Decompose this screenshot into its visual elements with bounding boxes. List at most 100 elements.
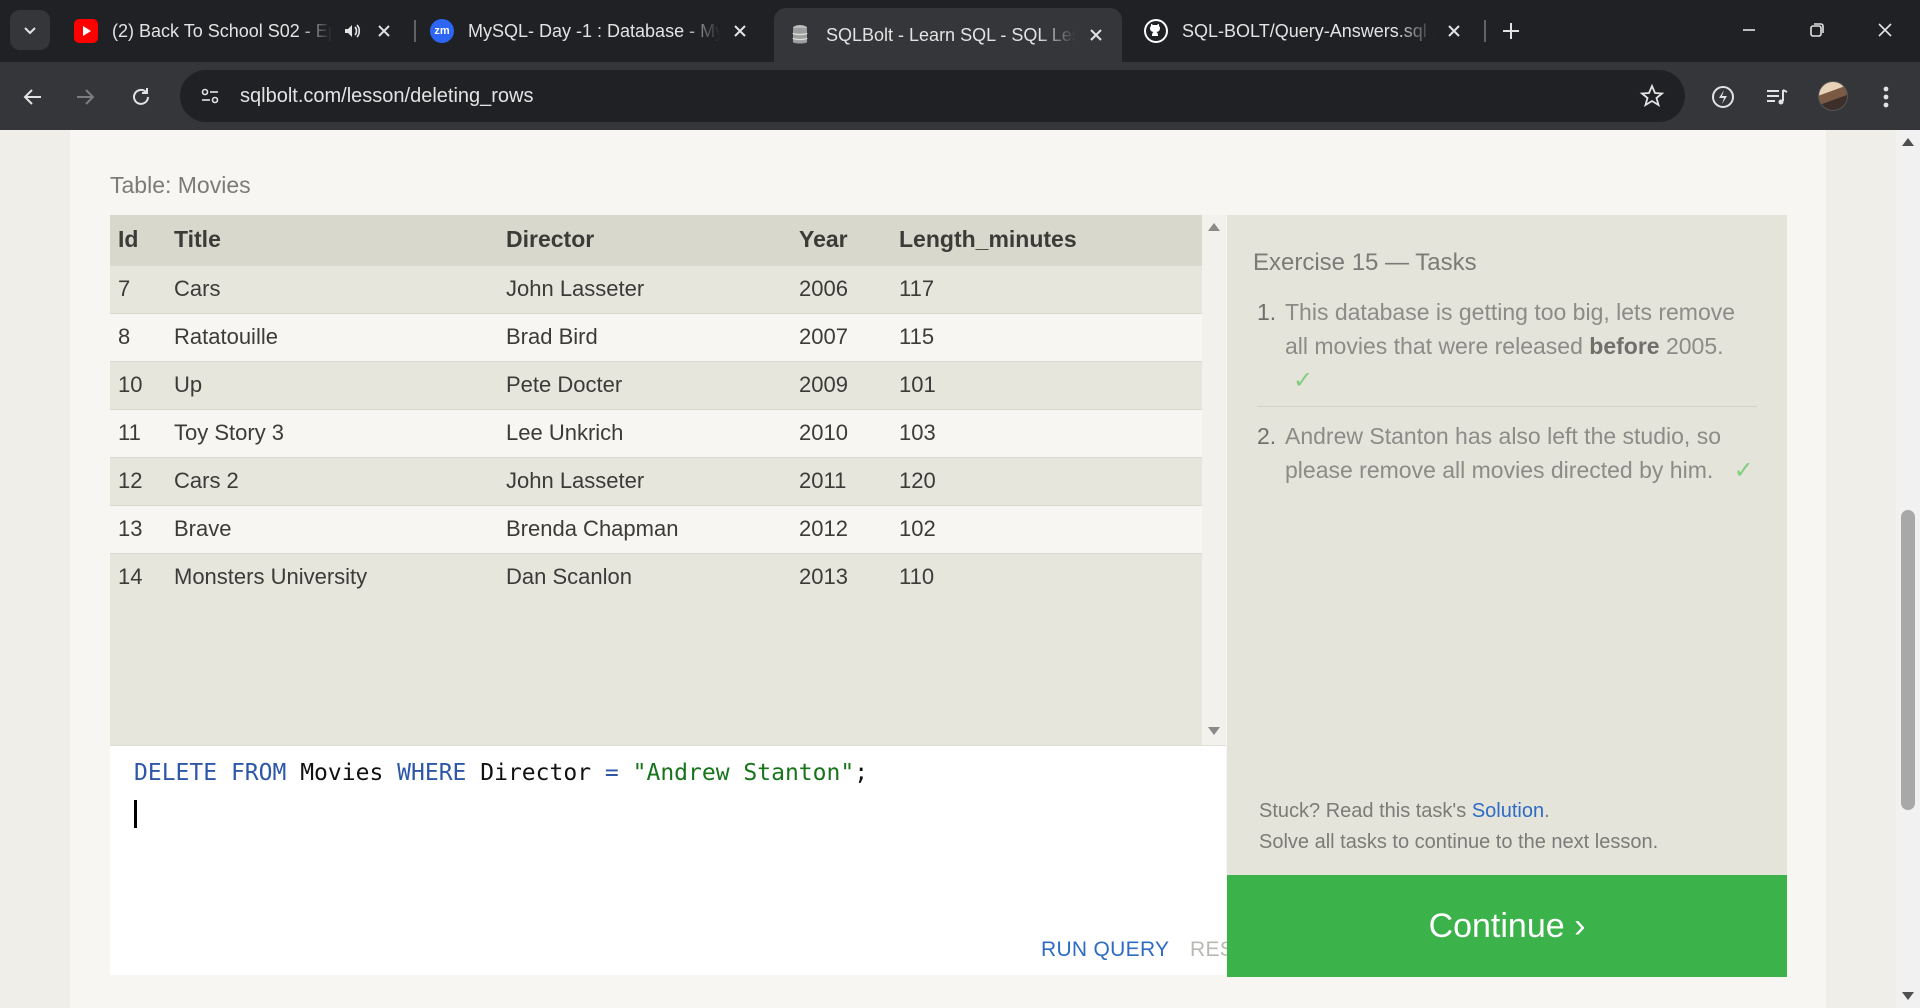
back-button[interactable] [14,78,52,116]
sql-identifier: Director [480,760,592,786]
text-cursor [134,800,137,828]
tab-title: SQL-BOLT/Query-Answers.sql at [1182,20,1434,41]
cell-id: 12 [110,456,174,505]
tab-mysql[interactable]: zm MySQL- Day -1 : Database - My [416,8,766,54]
movies-table: Id Title Director Year Length_minutes 7 … [110,215,1202,601]
close-window-button[interactable] [1862,10,1908,50]
cell-year: 2010 [799,408,899,457]
scroll-down-arrow-icon[interactable] [1208,727,1220,735]
task-list: 1. This database is getting too big, let… [1257,295,1757,488]
task-text: Andrew Stanton has also left the studio,… [1285,423,1721,483]
restore-button[interactable] [1794,10,1840,50]
sql-keyword: DELETE [134,760,218,786]
cell-year: 2011 [799,456,899,505]
tab-search-button[interactable] [10,10,50,50]
tab-sqlbolt[interactable]: SQLBolt - Learn SQL - SQL Lesso [774,8,1122,62]
close-tab-icon[interactable] [372,19,396,43]
run-query-button[interactable]: RUN QUERY [1041,938,1169,962]
table-row: 11 Toy Story 3 Lee Unkrich 2010 103 [110,408,1202,457]
tab-title: MySQL- Day -1 : Database - My [468,20,720,41]
cell-director: Brenda Chapman [506,504,799,553]
performance-icon[interactable] [1705,79,1741,115]
continue-button[interactable]: Continue › [1227,875,1787,977]
table-row: 8 Ratatouille Brad Bird 2007 115 [110,312,1202,361]
cell-length: 117 [899,264,1202,313]
task-number: 1. [1257,299,1277,325]
page-viewport: Table: Movies Id Title Director Year Len… [0,130,1896,1008]
page-scrollbar[interactable] [1896,130,1920,1008]
cell-length: 120 [899,456,1202,505]
table-row: 14 Monsters University Dan Scanlon 2013 … [110,552,1202,601]
chevron-down-icon [24,27,36,35]
sql-editor[interactable]: DELETE FROM Movies WHERE Director = "And… [110,745,1261,975]
sql-query-text[interactable]: DELETE FROM Movies WHERE Director = "And… [134,760,868,786]
cell-id: 8 [110,312,174,361]
table-row: 12 Cars 2 John Lasseter 2011 120 [110,456,1202,505]
results-table-pane: Id Title Director Year Length_minutes 7 … [110,215,1226,745]
sql-keyword: WHERE [397,760,467,786]
column-header: Id [110,215,174,265]
speaker-icon[interactable] [340,19,364,43]
table-row: 7 Cars John Lasseter 2006 117 [110,264,1202,313]
cell-id: 13 [110,504,174,553]
cell-director: John Lasseter [506,456,799,505]
sql-identifier: Movies [300,760,384,786]
close-tab-icon[interactable] [1442,19,1466,43]
cell-year: 2007 [799,312,899,361]
kebab-menu-icon[interactable] [1868,79,1904,115]
task-text: 2005. [1659,333,1724,359]
bookmark-star-icon[interactable] [1639,83,1665,109]
restore-icon [1810,23,1824,37]
cell-director: Lee Unkrich [506,408,799,457]
tab-github[interactable]: SQL-BOLT/Query-Answers.sql at [1130,8,1480,54]
tab-separator [1484,20,1486,42]
cell-title: Ratatouille [174,312,506,361]
zoom-icon: zm [430,19,454,43]
sql-terminator: ; [854,760,869,786]
close-tab-icon[interactable] [728,19,752,43]
cell-year: 2006 [799,264,899,313]
scroll-down-arrow-icon[interactable] [1902,992,1914,1000]
cell-director: John Lasseter [506,264,799,313]
new-tab-button[interactable] [1494,14,1528,48]
profile-avatar[interactable] [1818,81,1848,111]
cell-title: Brave [174,504,506,553]
reload-icon [133,88,149,105]
cell-title: Cars 2 [174,456,506,505]
sql-keyword: FROM [230,760,287,786]
solve-all-text: Solve all tasks to continue to the next … [1259,831,1659,853]
column-header: Title [174,215,506,265]
cell-year: 2009 [799,360,899,409]
tasks-panel: Exercise 15 — Tasks 1. This database is … [1227,215,1787,875]
solution-link[interactable]: Solution [1472,800,1544,822]
help-text: Stuck? Read this task's Solution. Solve … [1259,796,1658,858]
checkmark-icon: ✓ [1293,367,1314,394]
task-number: 2. [1257,423,1277,449]
browser-toolbar: sqlbolt.com/lesson/deleting_rows [0,62,1920,130]
task-item: 2. Andrew Stanton has also left the stud… [1257,419,1757,488]
cell-year: 2012 [799,504,899,553]
minimize-button[interactable] [1726,10,1772,50]
site-info-icon[interactable] [192,78,228,114]
sql-operator: = [604,760,619,786]
scroll-up-arrow-icon[interactable] [1208,223,1220,231]
cell-id: 10 [110,360,174,409]
cell-length: 115 [899,312,1202,361]
reload-button[interactable] [122,78,160,116]
table-row: 10 Up Pete Docter 2009 101 [110,360,1202,409]
media-control-icon[interactable] [1759,79,1795,115]
cell-id: 7 [110,264,174,313]
tasks-title: Exercise 15 — Tasks [1253,249,1477,276]
table-row: 13 Brave Brenda Chapman 2012 102 [110,504,1202,553]
cell-length: 110 [899,552,1202,601]
address-bar[interactable]: sqlbolt.com/lesson/deleting_rows [180,70,1685,122]
plus-icon [1503,23,1519,39]
table-scrollbar[interactable] [1202,215,1226,745]
scroll-up-arrow-icon[interactable] [1902,138,1914,146]
cell-year: 2013 [799,552,899,601]
forward-button[interactable] [66,78,104,116]
close-tab-icon[interactable] [1084,23,1108,47]
tab-youtube[interactable]: (2) Back To School S02 - Ep [60,8,410,54]
arrow-left-icon [23,89,41,105]
scrollbar-thumb[interactable] [1901,510,1915,810]
